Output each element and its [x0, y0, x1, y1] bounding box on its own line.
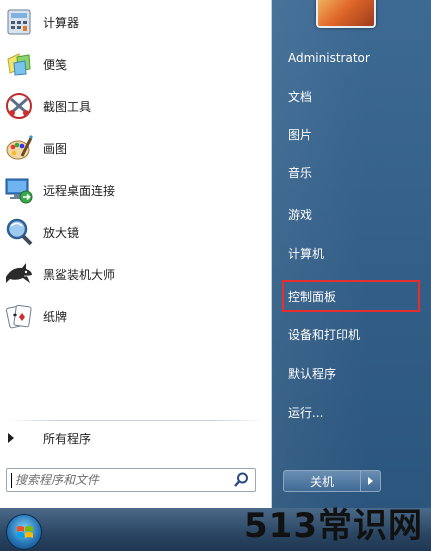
- shark-icon: [4, 259, 34, 289]
- shutdown-options-button[interactable]: [361, 470, 381, 492]
- right-item-computer[interactable]: 计算机: [282, 237, 420, 269]
- all-programs-label: 所有程序: [43, 431, 92, 446]
- search-icon[interactable]: [233, 472, 249, 488]
- program-item-paint[interactable]: 画图: [0, 128, 271, 168]
- right-item-pictures[interactable]: 图片: [282, 118, 420, 150]
- solitaire-icon: [4, 301, 34, 331]
- program-label: 黑鲨装机大师: [43, 267, 116, 282]
- arrow-right-icon: [8, 433, 14, 443]
- calculator-icon: [4, 7, 34, 37]
- shutdown-group: 关机: [283, 470, 381, 492]
- magnifier-icon: [4, 217, 34, 247]
- windows-logo-icon: [16, 524, 34, 542]
- program-label: 便笺: [43, 57, 68, 72]
- program-item-magnifier[interactable]: 放大镜: [0, 212, 271, 252]
- user-picture[interactable]: [316, 0, 376, 28]
- program-label: 截图工具: [43, 99, 92, 114]
- program-label: 远程桌面连接: [43, 183, 116, 198]
- program-item-snipping-tool[interactable]: 截图工具: [0, 86, 271, 126]
- right-item-administrator[interactable]: Administrator: [282, 42, 420, 74]
- program-label: 画图: [43, 141, 68, 156]
- text-caret: [11, 472, 12, 488]
- program-label: 计算器: [43, 15, 80, 30]
- start-menu-left-panel: 计算器 便笺 截图工具 画图 远程桌面连接 放大镜 黑鲨装机大师 纸牌 所有程序…: [0, 0, 272, 508]
- sticky-notes-icon: [4, 49, 34, 79]
- snipping-tool-icon: [4, 91, 34, 121]
- search-input[interactable]: [15, 473, 215, 487]
- right-item-devices-printers[interactable]: 设备和打印机: [282, 318, 420, 350]
- program-item-sticky-notes[interactable]: 便笺: [0, 44, 271, 84]
- program-item-calculator[interactable]: 计算器: [0, 2, 271, 42]
- remote-desktop-icon: [4, 175, 34, 205]
- program-item-shark[interactable]: 黑鲨装机大师: [0, 254, 271, 294]
- right-item-documents[interactable]: 文档: [282, 80, 420, 112]
- start-menu-right-panel: Administrator 文档 图片 音乐 游戏 计算机 控制面板 设备和打印…: [272, 0, 431, 508]
- right-item-music[interactable]: 音乐: [282, 156, 420, 188]
- program-item-remote-desktop[interactable]: 远程桌面连接: [0, 170, 271, 210]
- right-item-run[interactable]: 运行...: [282, 396, 420, 428]
- watermark-text: 513常识网: [244, 506, 423, 546]
- right-item-default-programs[interactable]: 默认程序: [282, 357, 420, 389]
- paint-icon: [4, 133, 34, 163]
- search-box[interactable]: [6, 468, 256, 492]
- shutdown-button[interactable]: 关机: [283, 470, 361, 492]
- arrow-right-icon: [368, 477, 373, 485]
- all-programs-button[interactable]: 所有程序: [0, 425, 271, 451]
- left-divider: [6, 420, 264, 421]
- right-item-control-panel[interactable]: 控制面板: [282, 280, 420, 312]
- program-label: 纸牌: [43, 309, 68, 324]
- program-item-solitaire[interactable]: 纸牌: [0, 296, 271, 336]
- start-button[interactable]: [6, 514, 42, 550]
- program-label: 放大镜: [43, 225, 80, 240]
- right-item-games[interactable]: 游戏: [282, 198, 420, 230]
